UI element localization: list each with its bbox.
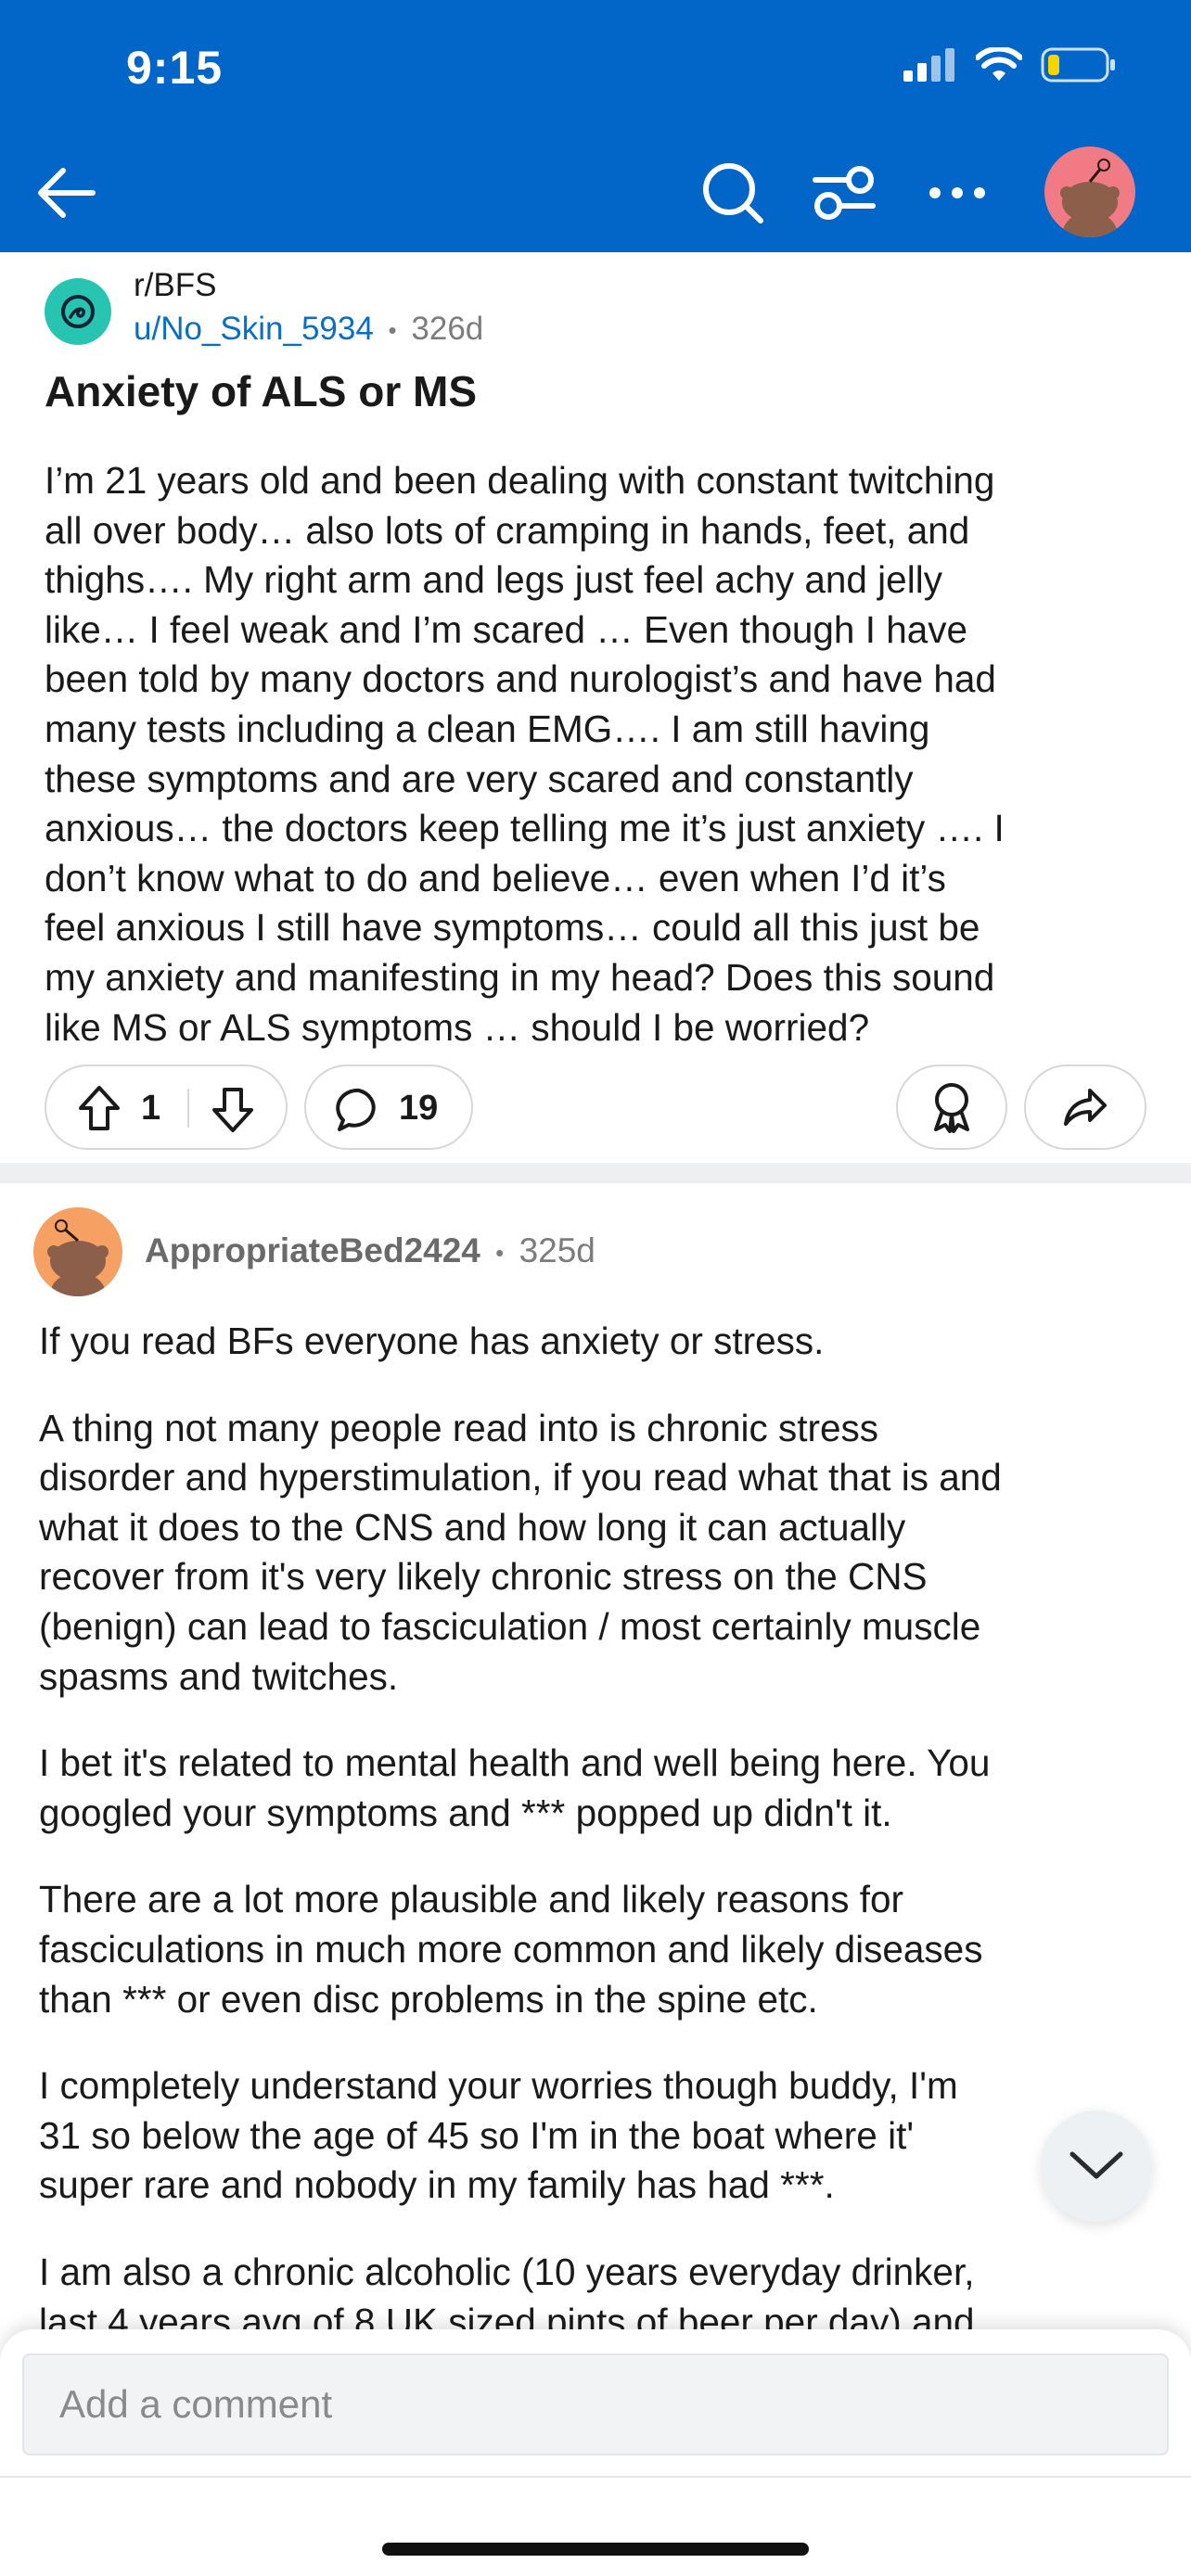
post-author[interactable]: u/No_Skin_5934 [134, 311, 374, 347]
collapse-thread-button[interactable] [1041, 2111, 1152, 2222]
comment-author-avatar[interactable] [33, 1207, 122, 1296]
battery-icon [1041, 47, 1115, 83]
comment-line: I am also a chronic alcoholic (10 years … [39, 2250, 975, 2293]
comment-line: (benign) can lead to fasciculation / mos… [39, 1604, 981, 1648]
comment-composer: Add a comment [0, 2329, 1191, 2576]
share-arrow-icon [1064, 1089, 1107, 1126]
add-comment-input[interactable]: Add a comment [22, 2353, 1169, 2455]
comment-line: There are a lot more plausible and likel… [39, 1878, 903, 1921]
comment-line: googled your symptoms and *** popped up … [39, 1791, 892, 1834]
meta-separator: • [495, 1238, 505, 1267]
back-button[interactable] [33, 159, 100, 226]
comment-author[interactable]: AppropriateBed2424 [145, 1231, 480, 1269]
comment-line: I bet it's related to mental health and … [39, 1741, 991, 1785]
search-button[interactable] [699, 159, 766, 226]
comment-line: If you read BFs everyone has anxiety or … [39, 1320, 825, 1362]
comment-line: super rare and nobody in my family has h… [39, 2163, 835, 2207]
app-header: 9:15 [0, 0, 1191, 252]
comment-line: what it does to the CNS and how long it … [39, 1505, 906, 1549]
upvote-button[interactable] [78, 1085, 121, 1136]
comment-age: 325d [519, 1231, 596, 1269]
more-horizontal-icon [929, 187, 985, 198]
downvote-arrow-icon [212, 1088, 253, 1132]
chevron-down-icon [1069, 2151, 1123, 2179]
post-age: 326d [411, 311, 484, 347]
status-icons [903, 46, 1117, 83]
post-title: Anxiety of ALS or MS [45, 367, 477, 415]
subreddit-icon[interactable] [45, 278, 111, 345]
upvote-arrow-icon [79, 1086, 120, 1130]
comment-line: spasms and twitches. [39, 1654, 399, 1698]
vote-count: 1 [141, 1089, 161, 1128]
comment-line: than *** or even disc problems in the sp… [39, 1977, 818, 2021]
post-actions: 1 19 [0, 1065, 1191, 1154]
more-options-button[interactable] [924, 159, 991, 226]
share-button[interactable] [1024, 1065, 1146, 1150]
user-avatar[interactable] [1044, 147, 1135, 237]
downvote-button[interactable] [211, 1087, 254, 1138]
subreddit-name[interactable]: r/BFS [134, 267, 216, 304]
arrow-left-icon [38, 168, 96, 218]
vote-control: 1 [45, 1065, 288, 1150]
snoo-avatar-icon [47, 1219, 109, 1296]
nav-bar [0, 139, 1191, 241]
award-icon [934, 1083, 969, 1133]
post-meta: u/No_Skin_5934 • 326d [134, 311, 483, 348]
subreddit-logo-icon [61, 295, 95, 328]
post-body-line: many tests including a clean EMG…. I am … [45, 707, 930, 750]
meta-separator: • [388, 316, 397, 345]
comment-line: fasciculations in much more common and l… [39, 1927, 983, 1970]
composer-divider [0, 2476, 1191, 2478]
comment-paragraph: A thing not many people read into is chr… [39, 1404, 1161, 1702]
comment-paragraph: I bet it's related to mental health and … [39, 1739, 1161, 1838]
comment-line: 31 so below the age of 45 so I'm in the … [39, 2113, 915, 2157]
search-icon [703, 163, 763, 223]
vote-divider [187, 1089, 189, 1128]
post-body-line: like… I feel weak and I’m scared … Even … [45, 607, 968, 651]
comment-line: recover from it's very likely chronic st… [39, 1555, 928, 1599]
post-body-line: feel anxious I still have symptoms… coul… [45, 906, 980, 950]
award-button[interactable] [896, 1065, 1007, 1150]
comment-paragraph: There are a lot more plausible and likel… [39, 1875, 1161, 2024]
post-body-line: these symptoms and are very scared and c… [45, 757, 914, 800]
post-body-line: anxious… the doctors keep telling me it’… [45, 807, 1005, 850]
comment-line: A thing not many people read into is chr… [39, 1406, 879, 1449]
sort-options-icon [813, 166, 876, 220]
home-indicator[interactable] [382, 2543, 809, 2556]
comment-meta: AppropriateBed2424 • 325d [145, 1231, 596, 1270]
comment-paragraph: I completely understand your worries tho… [39, 2061, 1161, 2211]
post-body-line: been told by many doctors and nurologist… [45, 657, 996, 701]
comments-button[interactable]: 19 [304, 1065, 473, 1150]
comment-paragraph: If you read BFs everyone has anxiety or … [39, 1317, 1161, 1367]
cellular-signal-icon [903, 48, 954, 82]
post-body: I’m 21 years old and been dealing with c… [45, 456, 1158, 1052]
comment-count: 19 [399, 1089, 439, 1128]
wifi-icon [976, 47, 1022, 81]
comment-body: If you read BFs everyone has anxiety or … [39, 1317, 1161, 2384]
status-time: 9:15 [126, 42, 224, 94]
section-divider [0, 1163, 1191, 1183]
comment-bubble-icon [336, 1088, 376, 1131]
post-body-line: don’t know what to do and believe… even … [45, 856, 946, 899]
post-body-line: all over body… also lots of cramping in … [45, 508, 970, 552]
post-body-line: like MS or ALS symptoms … should I be wo… [45, 1005, 870, 1049]
post-body-line: my anxiety and manifesting in my head? D… [45, 955, 995, 999]
sort-options-button[interactable] [811, 159, 877, 226]
comment-line: I completely understand your worries tho… [39, 2064, 958, 2108]
comment-line: disorder and hyperstimulation, if you re… [39, 1456, 1002, 1499]
snoo-avatar-icon [1060, 159, 1120, 237]
post-body-line: thighs…. My right arm and legs just feel… [45, 558, 942, 602]
post-body-line: I’m 21 years old and been dealing with c… [45, 459, 995, 502]
